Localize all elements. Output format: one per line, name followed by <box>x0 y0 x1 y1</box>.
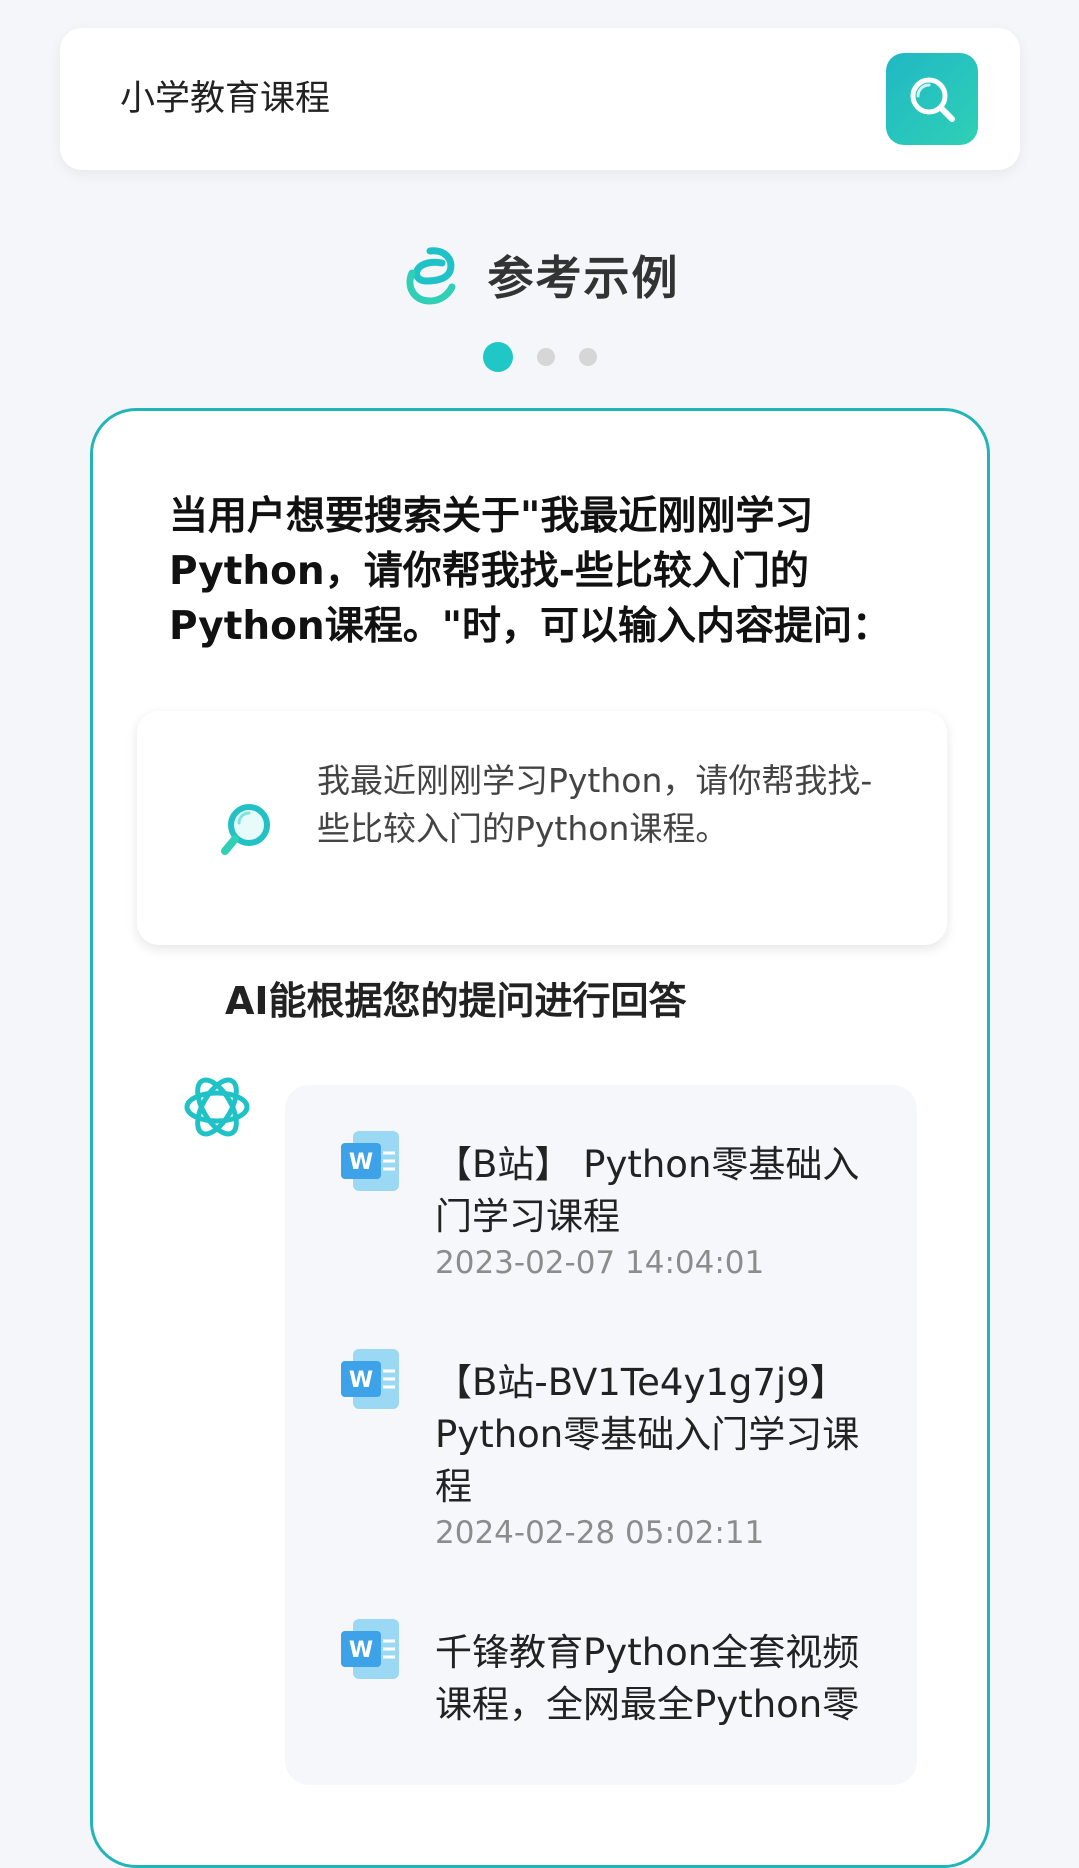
example-card: 当用户想要搜索关于"我最近刚刚学习Python，请你帮我找-些比较入门的Pyth… <box>90 408 990 1868</box>
answer-label: AI能根据您的提问进行回答 <box>225 979 687 1023</box>
example-intro: 当用户想要搜索关于"我最近刚刚学习Python，请你帮我找-些比较入门的Pyth… <box>169 494 892 649</box>
search-icon <box>910 77 955 122</box>
result-date: 2023-02-07 14:04:01 <box>435 1245 765 1281</box>
example-query-box: 我最近刚刚学习Python，请你帮我找-些比较入门的Python课程。 <box>137 711 947 945</box>
svg-text:W: W <box>349 1368 373 1393</box>
section-header: 参考示例 <box>0 235 1079 315</box>
word-doc-icon: W <box>341 1619 399 1679</box>
svg-text:W: W <box>349 1150 373 1175</box>
svg-text:W: W <box>349 1638 373 1663</box>
pager-dot-2[interactable] <box>536 348 555 366</box>
section-title: 参考示例 <box>487 251 680 305</box>
search-button[interactable] <box>886 53 978 145</box>
result-title: 千锋教育Python全套视频课程，全网最全Python零 <box>435 1631 860 1726</box>
result-title: 【B站】 Python零基础入门学习课程 2023-02-07 14:04:01 <box>435 1139 875 1283</box>
magnifier-icon <box>221 804 270 855</box>
result-title: 【B站-BV1Te4y1g7j9】Python零基础入门学习课程 2024-02… <box>435 1357 875 1553</box>
result-date: 2024-02-28 05:02:11 <box>435 1515 765 1551</box>
search-bar[interactable]: 小学教育课程 <box>60 28 1020 170</box>
pager-dot-3[interactable] <box>578 348 597 366</box>
result-list: W 【B站】 Python零基础入门学习课程 2023-02-07 14:04:… <box>285 1085 917 1785</box>
pager-dot-1[interactable] <box>482 342 513 372</box>
word-doc-icon: W <box>341 1131 399 1191</box>
link-e-icon <box>406 247 455 305</box>
carousel-pager <box>0 340 1079 374</box>
word-doc-icon: W <box>341 1349 399 1409</box>
example-query-text: 我最近刚刚学习Python，请你帮我找-些比较入门的Python课程。 <box>317 761 873 848</box>
search-input[interactable]: 小学教育课程 <box>120 28 330 170</box>
ai-logo-icon <box>184 1077 250 1137</box>
